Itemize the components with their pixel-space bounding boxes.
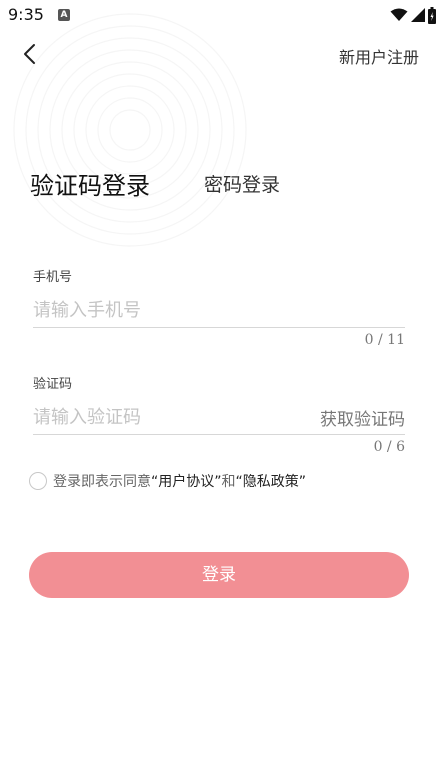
phone-label: 手机号 <box>33 270 73 285</box>
agreement-prefix: 登录即表示同意 <box>53 474 151 490</box>
wifi-icon <box>390 8 408 21</box>
back-button[interactable] <box>20 42 42 66</box>
login-button[interactable]: 登录 <box>29 552 409 598</box>
phone-input[interactable] <box>33 293 405 328</box>
chevron-left-icon <box>24 44 35 64</box>
code-char-counter: 0 / 6 <box>373 439 405 455</box>
agreement-and: 和 <box>221 474 236 490</box>
notification-a-icon: A <box>58 9 70 21</box>
status-time: 9:35 <box>8 5 44 24</box>
phone-char-counter: 0 / 11 <box>364 332 405 348</box>
status-icons <box>390 6 436 24</box>
status-bar: 9:35 A <box>0 0 436 30</box>
battery-icon <box>428 6 436 24</box>
privacy-policy-link[interactable]: “隐私政策” <box>236 474 307 490</box>
login-screen: 9:35 A 新用户注册 验证码登录 密码登录 手机号 0 / 11 验证码 <box>0 0 436 776</box>
cellular-signal-icon <box>411 8 425 22</box>
code-label: 验证码 <box>33 377 73 392</box>
agreement-text: 登录即表示同意“用户协议”和“隐私政策” <box>53 471 306 491</box>
background-pattern <box>13 13 247 247</box>
agreement-row: 登录即表示同意“用户协议”和“隐私政策” <box>29 471 306 491</box>
user-agreement-link[interactable]: “用户协议” <box>151 474 222 490</box>
get-code-button[interactable]: 获取验证码 <box>320 405 405 430</box>
new-user-register-link[interactable]: 新用户注册 <box>339 44 419 68</box>
tab-password-login[interactable]: 密码登录 <box>204 170 280 197</box>
agreement-radio[interactable] <box>29 472 47 490</box>
tab-sms-code-login[interactable]: 验证码登录 <box>30 166 150 201</box>
